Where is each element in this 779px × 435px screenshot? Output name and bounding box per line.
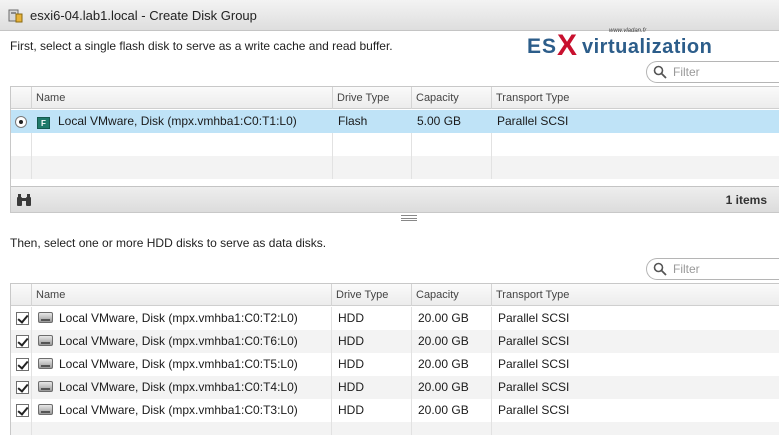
flash-instruction: First, select a single flash disk to ser… bbox=[10, 39, 393, 53]
flash-disk-grid: Name Drive Type Capacity Transport Type … bbox=[10, 86, 779, 213]
transport-type: Parallel SCSI bbox=[491, 376, 779, 399]
esx-virtualization-logo: www.vladan.fr ES X virtualization bbox=[527, 28, 713, 62]
drive-type: HDD bbox=[331, 307, 411, 330]
flash-filter[interactable] bbox=[646, 61, 779, 83]
item-count: 1 items bbox=[725, 193, 767, 207]
table-row[interactable]: Local VMware, Disk (mpx.vmhba1:C0:T6:L0)… bbox=[11, 330, 779, 353]
table-row[interactable]: Local VMware, Disk (mpx.vmhba1:C0:T4:L0)… bbox=[11, 376, 779, 399]
search-icon bbox=[653, 262, 667, 276]
empty-row bbox=[11, 422, 779, 435]
transport-type: Parallel SCSI bbox=[491, 307, 779, 330]
flash-grid-header: Name Drive Type Capacity Transport Type bbox=[11, 87, 779, 109]
capacity: 20.00 GB bbox=[411, 399, 491, 422]
window-title: esxi6-04.lab1.local - Create Disk Group bbox=[30, 7, 257, 23]
flash-filter-input[interactable] bbox=[673, 65, 773, 79]
disk-name: Local VMware, Disk (mpx.vmhba1:C0:T3:L0) bbox=[59, 403, 298, 417]
transport-type: Parallel SCSI bbox=[491, 353, 779, 376]
splitter-handle[interactable] bbox=[401, 215, 417, 221]
capacity: 20.00 GB bbox=[411, 330, 491, 353]
transport-type: Parallel SCSI bbox=[491, 399, 779, 422]
capacity: 20.00 GB bbox=[411, 307, 491, 330]
col-transport-type[interactable]: Transport Type bbox=[491, 284, 779, 306]
table-row[interactable]: Local VMware, Disk (mpx.vmhba1:C0:T2:L0)… bbox=[11, 307, 779, 330]
col-name[interactable]: Name bbox=[31, 284, 331, 306]
disk-name: Local VMware, Disk (mpx.vmhba1:C0:T4:L0) bbox=[59, 380, 298, 394]
col-transport-type[interactable]: Transport Type bbox=[491, 87, 779, 109]
flash-disk-icon: F bbox=[37, 117, 50, 129]
hdd-instruction: Then, select one or more HDD disks to se… bbox=[10, 236, 327, 250]
hdd-select-checkbox[interactable] bbox=[16, 312, 29, 325]
flash-grid-footer: 1 items bbox=[11, 186, 779, 212]
disk-name: Local VMware, Disk (mpx.vmhba1:C0:T1:L0) bbox=[58, 114, 297, 128]
disk-group-icon bbox=[8, 8, 23, 23]
hdd-select-checkbox[interactable] bbox=[16, 404, 29, 417]
empty-row bbox=[11, 133, 779, 156]
empty-row bbox=[11, 156, 779, 179]
hdd-grid-header: Name Drive Type Capacity Transport Type bbox=[11, 284, 779, 306]
hdd-icon bbox=[38, 335, 53, 346]
hdd-icon bbox=[38, 381, 53, 392]
col-capacity[interactable]: Capacity bbox=[411, 284, 491, 306]
transport-type: Parallel SCSI bbox=[491, 330, 779, 353]
hdd-icon bbox=[38, 312, 53, 323]
drive-type: HDD bbox=[331, 399, 411, 422]
flash-select-radio[interactable] bbox=[15, 116, 27, 128]
hdd-select-checkbox[interactable] bbox=[16, 381, 29, 394]
hdd-select-checkbox[interactable] bbox=[16, 335, 29, 348]
col-capacity[interactable]: Capacity bbox=[411, 87, 491, 109]
binoculars-icon[interactable] bbox=[16, 193, 32, 207]
drive-type: HDD bbox=[331, 353, 411, 376]
search-icon bbox=[653, 65, 667, 79]
col-drive-type[interactable]: Drive Type bbox=[332, 87, 411, 109]
window-titlebar: esxi6-04.lab1.local - Create Disk Group bbox=[0, 0, 779, 31]
col-name[interactable]: Name bbox=[31, 87, 332, 109]
hdd-icon bbox=[38, 404, 53, 415]
col-drive-type[interactable]: Drive Type bbox=[331, 284, 411, 306]
table-row[interactable]: Local VMware, Disk (mpx.vmhba1:C0:T3:L0)… bbox=[11, 399, 779, 422]
hdd-filter-input[interactable] bbox=[673, 262, 773, 276]
capacity: 5.00 GB bbox=[417, 114, 462, 128]
drive-type: Flash bbox=[338, 114, 368, 128]
hdd-icon bbox=[38, 358, 53, 369]
disk-name: Local VMware, Disk (mpx.vmhba1:C0:T6:L0) bbox=[59, 334, 298, 348]
transport-type: Parallel SCSI bbox=[497, 114, 569, 128]
hdd-disk-grid: Name Drive Type Capacity Transport Type … bbox=[10, 283, 779, 435]
table-row[interactable]: F Local VMware, Disk (mpx.vmhba1:C0:T1:L0… bbox=[11, 110, 779, 133]
hdd-select-checkbox[interactable] bbox=[16, 358, 29, 371]
table-row[interactable]: Local VMware, Disk (mpx.vmhba1:C0:T5:L0)… bbox=[11, 353, 779, 376]
disk-name: Local VMware, Disk (mpx.vmhba1:C0:T2:L0) bbox=[59, 311, 298, 325]
hdd-filter[interactable] bbox=[646, 258, 779, 280]
disk-name: Local VMware, Disk (mpx.vmhba1:C0:T5:L0) bbox=[59, 357, 298, 371]
drive-type: HDD bbox=[331, 330, 411, 353]
capacity: 20.00 GB bbox=[411, 376, 491, 399]
capacity: 20.00 GB bbox=[411, 353, 491, 376]
drive-type: HDD bbox=[331, 376, 411, 399]
